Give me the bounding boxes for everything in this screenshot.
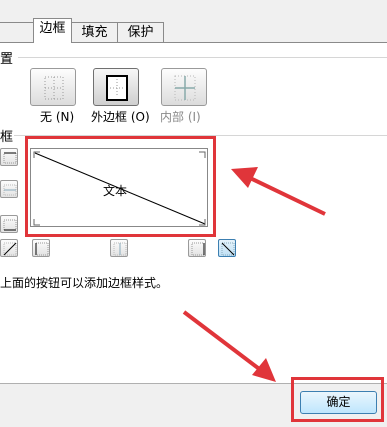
border-bottom-button[interactable] xyxy=(0,215,18,233)
border-inside-horizontal-icon xyxy=(3,184,17,196)
preset-inside-icon xyxy=(174,75,196,101)
border-top-icon xyxy=(3,152,17,164)
border-diagonal-up-button[interactable] xyxy=(0,239,18,257)
preset-outline-icon xyxy=(106,75,128,101)
annotation-preview-box xyxy=(25,136,216,237)
border-bottom-icon xyxy=(3,219,17,231)
tab-fill-label: 填充 xyxy=(81,25,108,40)
tab-border[interactable]: 边框 xyxy=(33,18,72,43)
border-section-label: 框 xyxy=(0,130,14,145)
preset-outline-label: 外边框 (O) xyxy=(91,110,150,124)
border-right-button[interactable] xyxy=(188,239,206,257)
border-inside-horizontal-button[interactable] xyxy=(0,180,18,198)
tab-number[interactable] xyxy=(0,22,34,42)
tab-border-label: 边框 xyxy=(39,21,66,36)
tab-fill[interactable]: 填充 xyxy=(71,22,118,42)
border-inside-vertical-button[interactable] xyxy=(110,239,128,257)
presets-divider xyxy=(18,57,387,58)
preset-outline-button[interactable] xyxy=(93,68,139,106)
border-diagonal-down-button[interactable] xyxy=(218,239,236,257)
tab-protection-label: 保护 xyxy=(127,25,154,40)
preset-none-button[interactable] xyxy=(30,68,76,106)
border-left-icon xyxy=(35,242,49,256)
diagonal-up-icon xyxy=(3,242,17,256)
border-inside-vertical-icon xyxy=(113,242,127,256)
preset-inside-label: 内部 (I) xyxy=(160,110,201,124)
diagonal-down-icon xyxy=(221,242,235,256)
border-left-button[interactable] xyxy=(32,239,50,257)
tab-strip: 边框 填充 保护 xyxy=(0,0,387,43)
preset-inside-button[interactable] xyxy=(161,68,207,106)
hint-text: 上面的按钮可以添加边框样式。 xyxy=(0,276,169,290)
preset-none-icon xyxy=(44,76,64,100)
preset-none-label: 无 (N) xyxy=(40,110,75,124)
border-top-button[interactable] xyxy=(0,148,18,166)
tab-protection[interactable]: 保护 xyxy=(117,22,164,42)
presets-section-label: 置 xyxy=(0,52,14,67)
border-right-icon xyxy=(191,242,205,256)
annotation-ok-box xyxy=(291,377,384,422)
